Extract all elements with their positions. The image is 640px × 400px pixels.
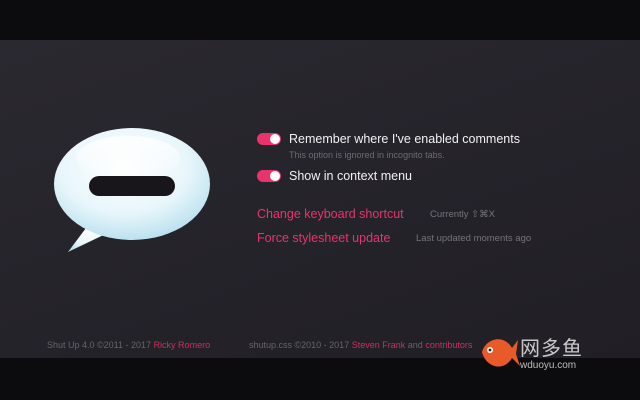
toggle-knob [270, 171, 280, 181]
context-menu-label: Show in context menu [289, 169, 412, 183]
speech-bubble-icon [52, 128, 212, 260]
footer-css-copyright: shutup.css ©2010 - 2017 [249, 340, 350, 350]
remember-comments-toggle[interactable] [257, 133, 281, 145]
toggle-knob [270, 134, 280, 144]
remember-comments-label: Remember where I've enabled comments [289, 132, 520, 146]
context-menu-toggle[interactable] [257, 170, 281, 182]
force-stylesheet-update-link[interactable]: Force stylesheet update [257, 231, 390, 245]
current-shortcut-text: Currently ⇧⌘X [430, 209, 495, 220]
incognito-hint: This option is ignored in incognito tabs… [289, 150, 445, 160]
option-remember-comments: Remember where I've enabled comments [257, 132, 520, 146]
last-updated-text: Last updated moments ago [416, 233, 532, 244]
footer-credits-css: shutup.css ©2010 - 2017 Steven Frank and… [249, 340, 472, 350]
change-shortcut-link[interactable]: Change keyboard shortcut [257, 207, 404, 221]
watermark: 网多鱼 wduoyu.com [476, 330, 606, 378]
watermark-url: wduoyu.com [520, 360, 577, 371]
top-bar [0, 0, 640, 40]
footer-contributors-link[interactable]: contributors [425, 340, 472, 350]
footer-css-author-link[interactable]: Steven Frank [352, 340, 406, 350]
footer-app-copyright: Shut Up 4.0 ©2011 - 2017 [47, 340, 152, 350]
fish-logo-icon [482, 339, 520, 367]
footer-and-text: and [407, 340, 423, 350]
footer-author-link[interactable]: Ricky Romero [154, 340, 211, 350]
option-context-menu: Show in context menu [257, 169, 412, 183]
watermark-name: 网多鱼 [520, 336, 583, 360]
footer-credits-app: Shut Up 4.0 ©2011 - 2017 Ricky Romero [47, 340, 210, 350]
